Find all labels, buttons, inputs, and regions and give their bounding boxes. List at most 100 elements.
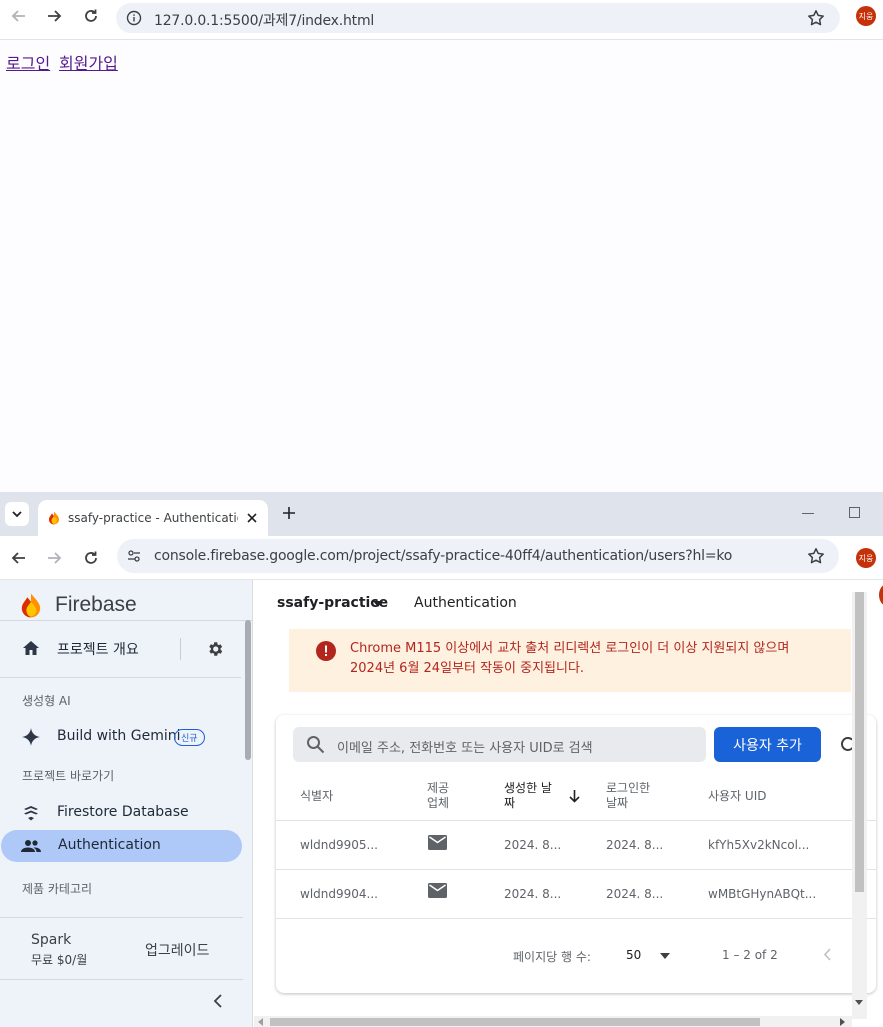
col-provider-line-1: 제공 (427, 781, 450, 795)
cell-identifier: wldnd9904... (300, 887, 378, 901)
tab-title: ssafy-practice - Authentication (68, 511, 238, 525)
col-uid[interactable]: 사용자 UID (708, 789, 767, 804)
col-signin-line-1: 로그인한 (606, 781, 651, 795)
signup-link[interactable]: 회원가입 (59, 50, 118, 74)
sparkle-icon (22, 728, 40, 746)
search-icon (306, 735, 325, 754)
main-horizontal-scrollbar[interactable] (254, 1016, 852, 1027)
prev-page-icon[interactable] (823, 948, 831, 961)
rows-per-page-select[interactable]: 50 (626, 948, 641, 962)
divider (276, 918, 876, 919)
new-tab-icon[interactable] (281, 505, 297, 521)
sidebar-item-firestore[interactable]: Firestore Database (0, 797, 241, 829)
info-icon[interactable] (126, 10, 142, 26)
cell-uid: wMBtGHynABQt... (708, 887, 817, 901)
maximize-icon[interactable] (849, 507, 860, 518)
sidebar-item-gemini[interactable]: Build with Gemini 신규 (0, 721, 241, 753)
profile-avatar[interactable]: 지웅 (856, 548, 876, 568)
forward-icon[interactable] (42, 4, 66, 28)
sidebar-item-label: 프로젝트 개요 (57, 642, 139, 658)
account-avatar[interactable] (879, 584, 883, 606)
cell-signin: 2024. 8... (606, 838, 664, 852)
add-user-button[interactable]: 사용자 추가 (714, 727, 821, 762)
site-settings-icon[interactable] (126, 548, 142, 564)
section-genai: 생성형 AI (22, 694, 71, 708)
firebase-brand[interactable]: Firebase (55, 593, 137, 617)
col-identifier[interactable]: 식별자 (300, 789, 333, 804)
back-icon[interactable] (7, 546, 31, 570)
back-icon[interactable] (7, 4, 31, 28)
banner-text: Chrome M115 이상에서 교차 출처 리디렉션 로그인이 더 이상 지원… (350, 639, 850, 679)
scroll-left-icon[interactable] (258, 1018, 263, 1026)
divider (0, 677, 241, 678)
cell-created: 2024. 8... (504, 838, 562, 852)
bookmark-star-icon[interactable] (807, 547, 825, 565)
sort-arrow-down-icon[interactable] (569, 790, 580, 803)
firebase-sidebar: Firebase 프로젝트 개요 생성형 AI Build with Gemin… (0, 580, 253, 1027)
login-link[interactable]: 로그인 (6, 50, 50, 74)
divider (0, 620, 253, 621)
tab-strip: ssafy-practice - Authentication (0, 492, 883, 536)
users-card: 이메일 주소, 전화번호 또는 사용자 UID로 검색 사용자 추가 식별자 제… (276, 715, 876, 993)
reload-icon[interactable] (79, 4, 103, 28)
col-provider[interactable]: 제공 업체 (427, 781, 449, 811)
search-input[interactable]: 이메일 주소, 전화번호 또는 사용자 UID로 검색 (293, 727, 706, 762)
home-icon (22, 640, 40, 656)
top-browser-toolbar: 127.0.0.1:5500/과제7/index.html 지웅 (0, 0, 883, 40)
close-tab-icon[interactable] (246, 512, 258, 524)
page-range: 1 – 2 of 2 (722, 948, 778, 962)
divider (0, 917, 243, 918)
forward-icon[interactable] (42, 546, 66, 570)
page-title: Authentication (414, 595, 517, 611)
table-row[interactable]: wldnd9905... 2024. 8... 2024. 8... kfYh5… (276, 821, 876, 869)
tab-search-button[interactable] (5, 502, 29, 526)
top-browser-window: 127.0.0.1:5500/과제7/index.html 지웅 로그인 회원가… (0, 0, 883, 492)
collapse-sidebar-icon[interactable] (212, 994, 224, 1008)
project-selector[interactable]: ssafy-practice (277, 595, 388, 611)
rows-per-page-label: 페이지당 행 수: (513, 950, 591, 964)
col-signin[interactable]: 로그인한 날짜 (606, 781, 650, 811)
upgrade-button[interactable]: 업그레이드 (145, 940, 209, 960)
reload-icon[interactable] (79, 546, 103, 570)
plan-price: 무료 $0/월 (31, 953, 88, 967)
minimize-icon[interactable] (802, 513, 814, 514)
error-icon (316, 641, 336, 661)
email-icon (428, 835, 447, 850)
plan-name: Spark (31, 932, 72, 948)
warning-banner: Chrome M115 이상에서 교차 출처 리디렉션 로그인이 더 이상 지원… (289, 629, 851, 692)
address-bar[interactable]: 127.0.0.1:5500/과제7/index.html (116, 3, 840, 33)
cell-signin: 2024. 8... (606, 887, 664, 901)
banner-line-2: 2024년 6월 24일부터 작동이 중지됩니다. (350, 661, 585, 676)
people-icon (21, 839, 41, 853)
profile-avatar[interactable]: 지웅 (856, 6, 876, 26)
address-bar[interactable]: console.firebase.google.com/project/ssaf… (117, 539, 839, 573)
scrollbar-thumb[interactable] (855, 592, 864, 892)
scroll-down-icon[interactable] (855, 1000, 863, 1005)
bottom-browser-toolbar: console.firebase.google.com/project/ssaf… (0, 536, 883, 580)
sidebar-item-overview[interactable]: 프로젝트 개요 (0, 632, 241, 664)
search-placeholder: 이메일 주소, 전화번호 또는 사용자 UID로 검색 (337, 741, 593, 756)
sidebar-scrollbar[interactable] (245, 620, 251, 760)
scrollbar-thumb[interactable] (270, 1018, 760, 1026)
firebase-main: ssafy-practice Authentication Chrome M11… (254, 580, 883, 1027)
bookmark-star-icon[interactable] (807, 9, 825, 27)
col-created-line-2: 짜 (504, 796, 516, 810)
col-created[interactable]: 생성한 날 짜 (504, 781, 552, 811)
scroll-right-icon[interactable] (840, 1018, 845, 1026)
section-categories[interactable]: 제품 카테고리 (22, 880, 92, 897)
tab-firebase[interactable]: ssafy-practice - Authentication (38, 500, 268, 536)
sidebar-item-label: Build with Gemini (57, 728, 181, 744)
sidebar-item-authentication[interactable]: Authentication (1, 830, 242, 862)
new-badge: 신규 (174, 729, 205, 746)
caret-down-icon[interactable] (373, 601, 383, 607)
main-vertical-scrollbar[interactable] (852, 592, 867, 1019)
settings-gear-icon[interactable] (206, 640, 224, 658)
col-created-line-1: 생성한 날 (504, 781, 552, 795)
divider (0, 979, 243, 980)
caret-down-icon[interactable] (660, 953, 670, 959)
table-row[interactable]: wldnd9904... 2024. 8... 2024. 8... wMBtG… (276, 870, 876, 918)
firebase-logo-icon[interactable] (20, 592, 42, 619)
firestore-icon (22, 804, 40, 822)
col-signin-line-2: 날짜 (606, 796, 629, 810)
email-icon (428, 883, 447, 898)
